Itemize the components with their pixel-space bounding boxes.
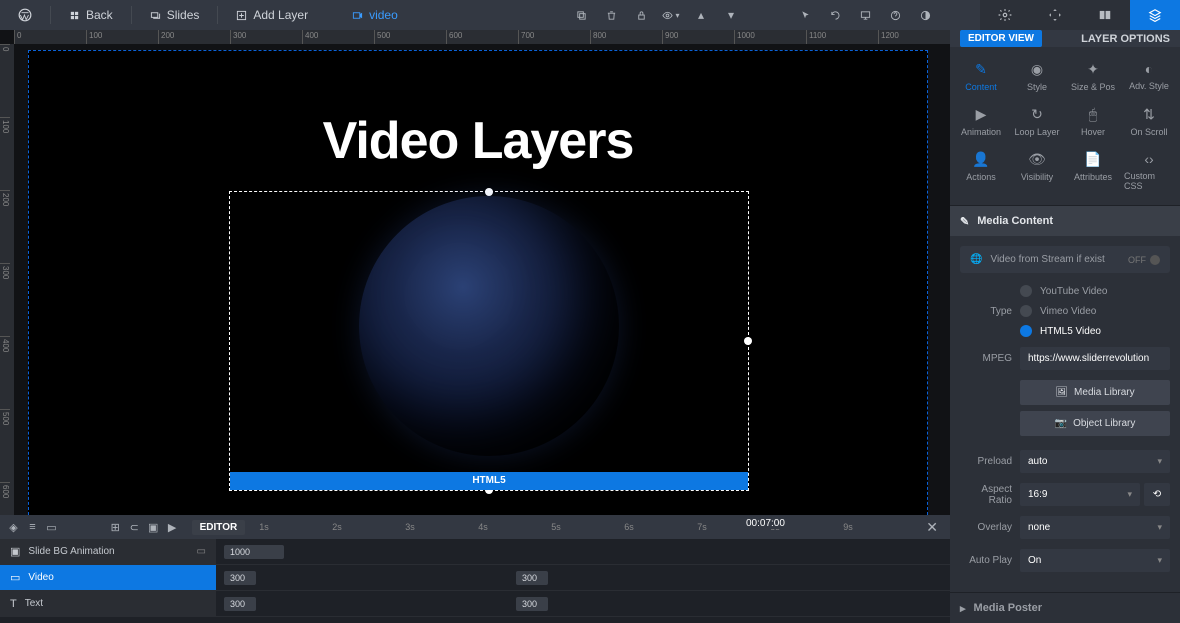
horizontal-ruler: 0100200300400500600700800900100011001200 xyxy=(14,30,950,44)
slides-button[interactable]: Slides xyxy=(140,4,210,26)
help-icon[interactable] xyxy=(882,2,908,28)
inspector-tab-style[interactable]: ◉Style xyxy=(1010,55,1064,98)
move-up-icon[interactable]: ▴ xyxy=(688,2,714,28)
panel-mode-tabs: EDITOR VIEW LAYER OPTIONS xyxy=(950,30,1180,47)
object-library-button[interactable]: 📷Object Library xyxy=(1020,411,1170,436)
wordpress-icon[interactable] xyxy=(8,4,42,26)
tl-frame-icon[interactable]: ▣ xyxy=(146,516,161,538)
timeline-cursor-time: 00:07:00 xyxy=(742,518,789,529)
stream-toggle-row[interactable]: 🌐 Video from Stream if exist OFF xyxy=(960,246,1170,273)
timeline-rows: ▣Slide BG Animation▭1000▭Video300300TTex… xyxy=(0,539,950,617)
move-tab[interactable] xyxy=(1030,0,1080,30)
columns-tab[interactable] xyxy=(1080,0,1130,30)
radio-vimeo-video[interactable]: Vimeo Video xyxy=(1020,305,1170,317)
text-layer[interactable]: Video Layers xyxy=(323,111,634,171)
right-panel-tabs xyxy=(980,0,1180,30)
layers-tab[interactable] xyxy=(1130,0,1180,30)
back-button[interactable]: Back xyxy=(59,4,123,26)
radio-youtube-video[interactable]: YouTube Video xyxy=(1020,285,1170,297)
overlay-label: Overlay xyxy=(960,522,1020,533)
inspector-tab-hover[interactable]: 🖱Hover xyxy=(1066,100,1120,143)
aspect-lock-icon[interactable]: ⟲ xyxy=(1144,483,1170,506)
right-inspector-panel: EDITOR VIEW LAYER OPTIONS ✎Content◉Style… xyxy=(950,30,1180,623)
timeline-ruler[interactable]: 1s2s3s4s5s6s7s8s9s xyxy=(249,522,916,532)
inspector-tab-content[interactable]: ✎Content xyxy=(954,55,1008,98)
preview-icon[interactable] xyxy=(852,2,878,28)
timeline-row[interactable]: ▭Video300300 xyxy=(0,565,950,591)
selected-video-layer[interactable]: HTML5 xyxy=(229,191,749,491)
inspector-tab-visibility[interactable]: 👁Visibility xyxy=(1010,145,1064,197)
undo-icon[interactable] xyxy=(822,2,848,28)
mpeg-label: MPEG xyxy=(960,353,1020,364)
video-preview-earth xyxy=(359,196,619,456)
aspect-label: Aspect Ratio xyxy=(960,484,1020,506)
globe-icon: 🌐 xyxy=(970,254,982,265)
tl-editor-badge[interactable]: EDITOR xyxy=(192,520,246,535)
canvas-area: 0100200300400500600700800900100011001200… xyxy=(0,30,950,515)
add-layer-button[interactable]: Add Layer xyxy=(226,4,318,26)
inspector-tab-animation[interactable]: ▶Animation xyxy=(954,100,1008,143)
inspector-tab-attributes[interactable]: 📄Attributes xyxy=(1066,145,1120,197)
tl-layers-icon[interactable]: ◈ xyxy=(6,516,21,538)
radio-html-video[interactable]: HTML5 Video xyxy=(1020,325,1170,337)
inspector-tab-size-pos[interactable]: ✦Size & Pos xyxy=(1066,55,1120,98)
tl-list-icon[interactable]: ≡ xyxy=(25,516,40,538)
visibility-icon[interactable]: ▾ xyxy=(658,2,684,28)
timeline-row[interactable]: TText300300 xyxy=(0,591,950,617)
tl-play-icon[interactable]: ▶ xyxy=(165,516,180,538)
inspector-category-grid: ✎Content◉Style✦Size & Pos◐Adv. Style ▶Ani… xyxy=(950,47,1180,205)
timeline-row[interactable]: ▣Slide BG Animation▭1000 xyxy=(0,539,950,565)
mpeg-input[interactable] xyxy=(1020,347,1170,370)
autoplay-select[interactable]: On▾ xyxy=(1020,549,1170,572)
autoplay-label: Auto Play xyxy=(960,555,1020,566)
current-layer-indicator: video xyxy=(352,8,398,22)
contrast-icon[interactable] xyxy=(912,2,938,28)
vertical-ruler: 0100200300400500600 xyxy=(0,44,14,515)
off-toggle[interactable]: OFF xyxy=(1128,255,1160,265)
media-library-button[interactable]: 🖼Media Library xyxy=(1020,380,1170,405)
layer-options-tab[interactable]: LAYER OPTIONS xyxy=(1081,33,1170,45)
tl-folder-icon[interactable]: ▭ xyxy=(44,516,59,538)
inspector-tab-adv-style[interactable]: ◐Adv. Style xyxy=(1122,55,1176,98)
inspector-tab-custom-css[interactable]: ‹›Custom CSS xyxy=(1122,145,1176,197)
inspector-tab-on-scroll[interactable]: ⇅On Scroll xyxy=(1122,100,1176,143)
resize-handle-right[interactable] xyxy=(744,337,752,345)
inspector-tab-actions[interactable]: 👤Actions xyxy=(954,145,1008,197)
type-label: Type xyxy=(960,306,1020,317)
slide-canvas[interactable]: Video Layers HTML5 xyxy=(28,50,928,515)
media-content-header[interactable]: ✎Media Content xyxy=(950,206,1180,236)
inspector-tab-loop-layer[interactable]: ↻Loop Layer xyxy=(1010,100,1064,143)
copy-icon[interactable] xyxy=(568,2,594,28)
tl-magnet-icon[interactable]: ⊂ xyxy=(127,516,142,538)
media-poster-header[interactable]: ▸Media Poster xyxy=(950,593,1180,623)
gear-tab[interactable] xyxy=(980,0,1030,30)
timeline-toolbar: ◈ ≡ ▭ ⊞ ⊂ ▣ ▶ EDITOR 1s2s3s4s5s6s7s8s9s … xyxy=(0,515,950,539)
move-down-icon[interactable]: ▾ xyxy=(718,2,744,28)
preload-label: Preload xyxy=(960,456,1020,467)
overlay-select[interactable]: none▾ xyxy=(1020,516,1170,539)
pointer-icon[interactable] xyxy=(792,2,818,28)
tl-grid-icon[interactable]: ⊞ xyxy=(108,516,123,538)
lock-icon[interactable] xyxy=(628,2,654,28)
aspect-select[interactable]: 16:9▾ xyxy=(1020,483,1140,506)
resize-handle-top[interactable] xyxy=(485,188,493,196)
video-type-radios: YouTube Video Vimeo Video HTML5 Video xyxy=(1020,285,1170,337)
preload-select[interactable]: auto▾ xyxy=(1020,450,1170,473)
editor-view-badge[interactable]: EDITOR VIEW xyxy=(960,30,1042,47)
layer-type-caption: HTML5 xyxy=(230,472,748,490)
timeline-panel: ◈ ≡ ▭ ⊞ ⊂ ▣ ▶ EDITOR 1s2s3s4s5s6s7s8s9s … xyxy=(0,515,950,623)
delete-icon[interactable] xyxy=(598,2,624,28)
timeline-close-icon[interactable]: ✕ xyxy=(920,519,944,536)
